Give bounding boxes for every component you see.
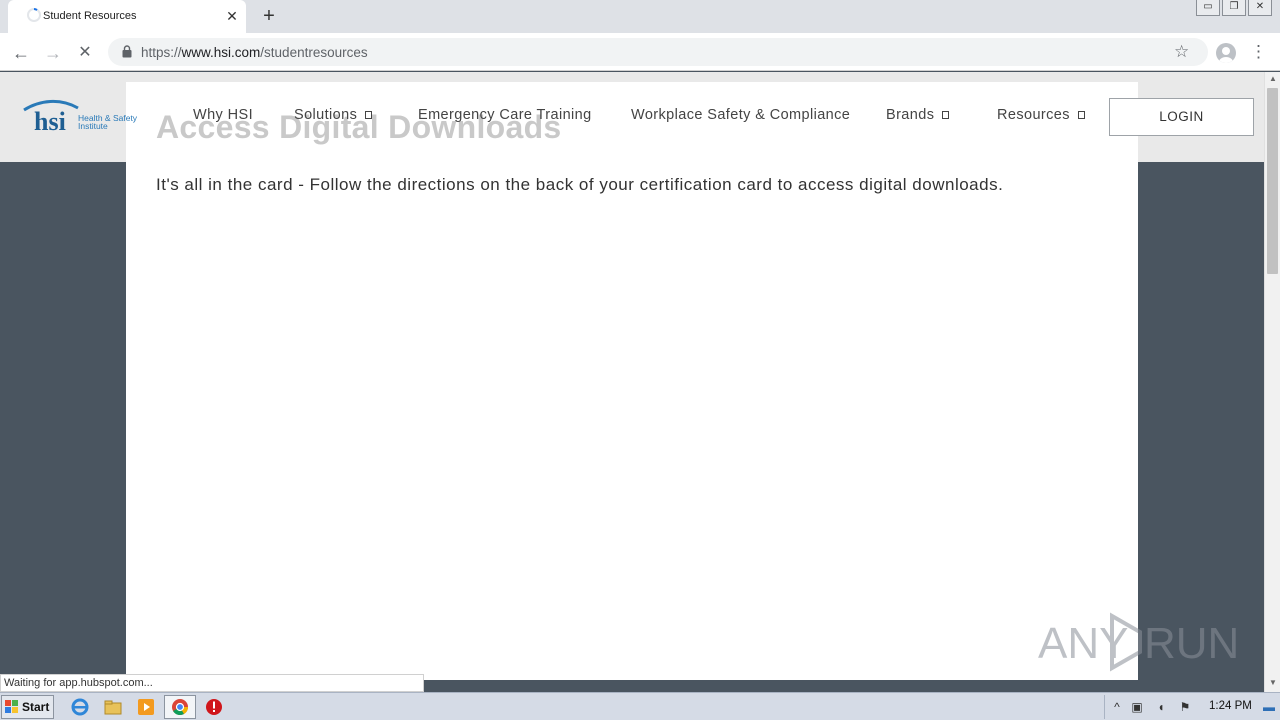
show-hidden-icons-icon[interactable]: ^: [1109, 699, 1125, 715]
nav-label: Emergency Care Training: [418, 107, 592, 123]
dropdown-caret-icon: [365, 111, 373, 120]
chrome-taskbar-button[interactable]: [164, 695, 196, 719]
scroll-down-icon[interactable]: ▼: [1265, 676, 1280, 690]
dropdown-caret-icon: [942, 111, 950, 120]
system-tray: ^ ▣ ◖ ⚑ 1:24 PM ▬: [1104, 695, 1280, 719]
action-center-flag-icon[interactable]: ⚑: [1177, 699, 1193, 715]
nav-workplace-safety[interactable]: Workplace Safety & Compliance: [631, 107, 850, 123]
hsi-logo[interactable]: hsi Health & Safety Institute: [20, 98, 144, 134]
windows-logo-icon: [5, 700, 18, 713]
instructions-text: It's all in the card - Follow the direct…: [156, 175, 1004, 194]
logo-text: hsi: [34, 107, 66, 134]
back-button[interactable]: ←: [10, 42, 32, 64]
window-controls: ▭ ❐ ✕: [1194, 0, 1272, 16]
chrome-icon: [172, 699, 189, 716]
network-icon[interactable]: ▣: [1129, 699, 1145, 715]
anyrun-watermark: ANY RUN: [1038, 612, 1236, 672]
taskbar: Start ^ ▣ ◖ ⚑ 1:24 PM ▬: [0, 692, 1280, 720]
forward-button[interactable]: →: [42, 42, 64, 64]
browser-tab[interactable]: Student Resources ✕: [8, 0, 246, 33]
taskbar-clock[interactable]: 1:24 PM: [1209, 700, 1252, 712]
new-tab-button[interactable]: +: [259, 6, 279, 26]
lock-icon: [122, 45, 132, 58]
internet-explorer-icon[interactable]: [70, 697, 90, 717]
nav-label: Workplace Safety & Compliance: [631, 107, 851, 123]
tab-title: Student Resources: [43, 10, 137, 22]
volume-icon[interactable]: ◖: [1153, 699, 1169, 715]
browser-toolbar: ← → ✕ https://www.hsi.com/studentresourc…: [0, 33, 1280, 71]
start-label: Start: [22, 700, 50, 714]
loading-spinner-icon: [27, 8, 41, 22]
nav-emergency-care-training[interactable]: Emergency Care Training: [418, 107, 592, 123]
scroll-thumb[interactable]: [1267, 88, 1278, 274]
minimize-button[interactable]: ▭: [1196, 0, 1220, 16]
page-viewport: Access Digital Downloads It's all in the…: [0, 72, 1264, 692]
tab-close-icon[interactable]: ✕: [224, 8, 240, 24]
logo-sub-2: Institute: [78, 121, 108, 131]
nav-label: Brands: [886, 107, 935, 123]
browser-menu-icon[interactable]: ⋮: [1250, 42, 1267, 62]
start-button[interactable]: Start: [1, 695, 54, 719]
nav-label: Solutions: [294, 107, 358, 123]
close-window-button[interactable]: ✕: [1248, 0, 1272, 16]
media-player-icon[interactable]: [136, 697, 156, 717]
file-explorer-icon[interactable]: [103, 697, 123, 717]
dropdown-caret-icon: [1077, 111, 1085, 120]
login-button[interactable]: LOGIN: [1109, 98, 1254, 136]
status-bubble: Waiting for app.hubspot.com...: [0, 674, 424, 692]
profile-avatar-icon[interactable]: [1216, 43, 1236, 63]
address-bar[interactable]: https://www.hsi.com/studentresources: [108, 38, 1208, 66]
site-navbar: hsi Health & Safety Institute Why HSI So…: [0, 72, 1264, 162]
tab-strip: Student Resources ✕ + ▭ ❐ ✕: [0, 0, 1280, 33]
watermark-left: ANY: [1038, 619, 1128, 668]
stop-loading-button[interactable]: ✕: [74, 42, 96, 64]
content-card: Access Digital Downloads It's all in the…: [126, 82, 1138, 680]
url-host: www.hsi.com: [181, 45, 261, 60]
page-scrollbar[interactable]: ▲ ▼: [1264, 72, 1280, 692]
scroll-up-icon[interactable]: ▲: [1265, 72, 1280, 86]
nav-brands[interactable]: Brands: [886, 107, 950, 123]
watermark-right: RUN: [1144, 619, 1236, 668]
nav-solutions[interactable]: Solutions: [294, 107, 373, 123]
show-desktop-icon[interactable]: ▬: [1261, 699, 1277, 715]
nav-label: Resources: [997, 107, 1070, 123]
url-scheme: https://: [141, 45, 182, 60]
nav-why-hsi[interactable]: Why HSI: [193, 107, 253, 123]
bookmark-star-icon[interactable]: ☆: [1174, 42, 1189, 62]
nav-label: Why HSI: [193, 107, 253, 123]
security-alert-icon[interactable]: [204, 697, 224, 717]
url-text[interactable]: https://www.hsi.com/studentresources: [141, 45, 368, 60]
url-path: /studentresources: [260, 45, 368, 60]
restore-button[interactable]: ❐: [1222, 0, 1246, 16]
nav-resources[interactable]: Resources: [997, 107, 1085, 123]
